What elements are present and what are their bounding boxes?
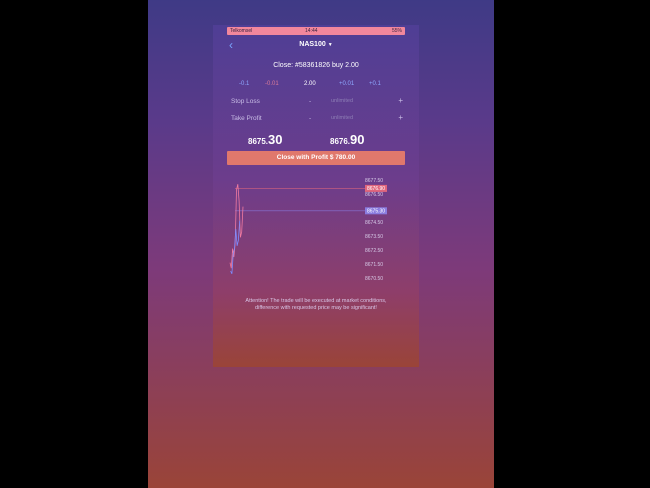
bid-price-main: 8675. xyxy=(248,137,269,146)
ask-price-main: 8676. xyxy=(330,137,351,146)
y-tick-label: 8670.50 xyxy=(365,276,383,282)
y-tick-label: 8674.50 xyxy=(365,220,383,226)
y-tick-label: 8676.50 xyxy=(365,192,383,198)
stop-loss-label: Stop Loss xyxy=(231,98,260,105)
battery-indicator: 55% xyxy=(391,28,402,34)
price-chart[interactable]: 8677.50 8676.50 8674.50 8673.50 8672.50 8671.… xyxy=(227,170,407,288)
clock: 14:44 xyxy=(305,28,318,34)
increase-0.01-button[interactable]: +0.01 xyxy=(339,81,354,87)
attention-warning: Attention! The trade will be executed at… xyxy=(245,298,387,311)
take-profit-minus-button[interactable]: - xyxy=(309,115,311,122)
bid-price-pips: 30 xyxy=(268,132,283,147)
y-tick-label: 8677.50 xyxy=(365,178,383,184)
increase-0.1-button[interactable]: +0.1 xyxy=(369,81,381,87)
bid-price: 8675.30 xyxy=(248,131,283,149)
price-series-line xyxy=(229,184,244,269)
price-level-tag-label: 8675.30 xyxy=(367,209,385,215)
ask-price: 8676.90 xyxy=(330,131,365,149)
chevron-down-icon: ▼ xyxy=(327,42,333,48)
ask-price-pips: 90 xyxy=(350,132,365,147)
close-order-info: Close: #58361826 buy 2.00 xyxy=(273,62,359,69)
stop-loss-plus-button[interactable]: + xyxy=(398,96,403,105)
take-profit-plus-button[interactable]: + xyxy=(398,113,403,122)
status-bar: Telkomsel 14:44 55% xyxy=(227,27,405,35)
decrease-0.1-button[interactable]: -0.1 xyxy=(239,81,249,87)
phone-screen: Telkomsel 14:44 55% ‹ NAS100 ▼ Close: #58… xyxy=(213,25,419,367)
quantity-value[interactable]: 2.00 xyxy=(304,81,316,87)
take-profit-label: Take Profit xyxy=(231,115,262,122)
carrier-label: Telkomsel xyxy=(230,28,253,34)
stop-loss-input[interactable]: unlimited xyxy=(331,98,353,104)
take-profit-input[interactable]: unlimited xyxy=(331,115,353,121)
y-tick-label: 8672.50 xyxy=(365,248,383,254)
decrease-0.01-button[interactable]: -0.01 xyxy=(265,81,279,87)
symbol-selector[interactable]: NAS100 ▼ xyxy=(213,41,419,48)
close-with-profit-button[interactable]: Close with Profit $ 780.00 xyxy=(227,151,405,165)
y-tick-label: 8673.50 xyxy=(365,234,383,240)
y-tick-label: 8671.50 xyxy=(365,262,383,268)
stop-loss-minus-button[interactable]: - xyxy=(309,98,311,105)
price-level-tag-label: 8676.90 xyxy=(367,186,385,192)
symbol-label: NAS100 xyxy=(299,41,326,48)
